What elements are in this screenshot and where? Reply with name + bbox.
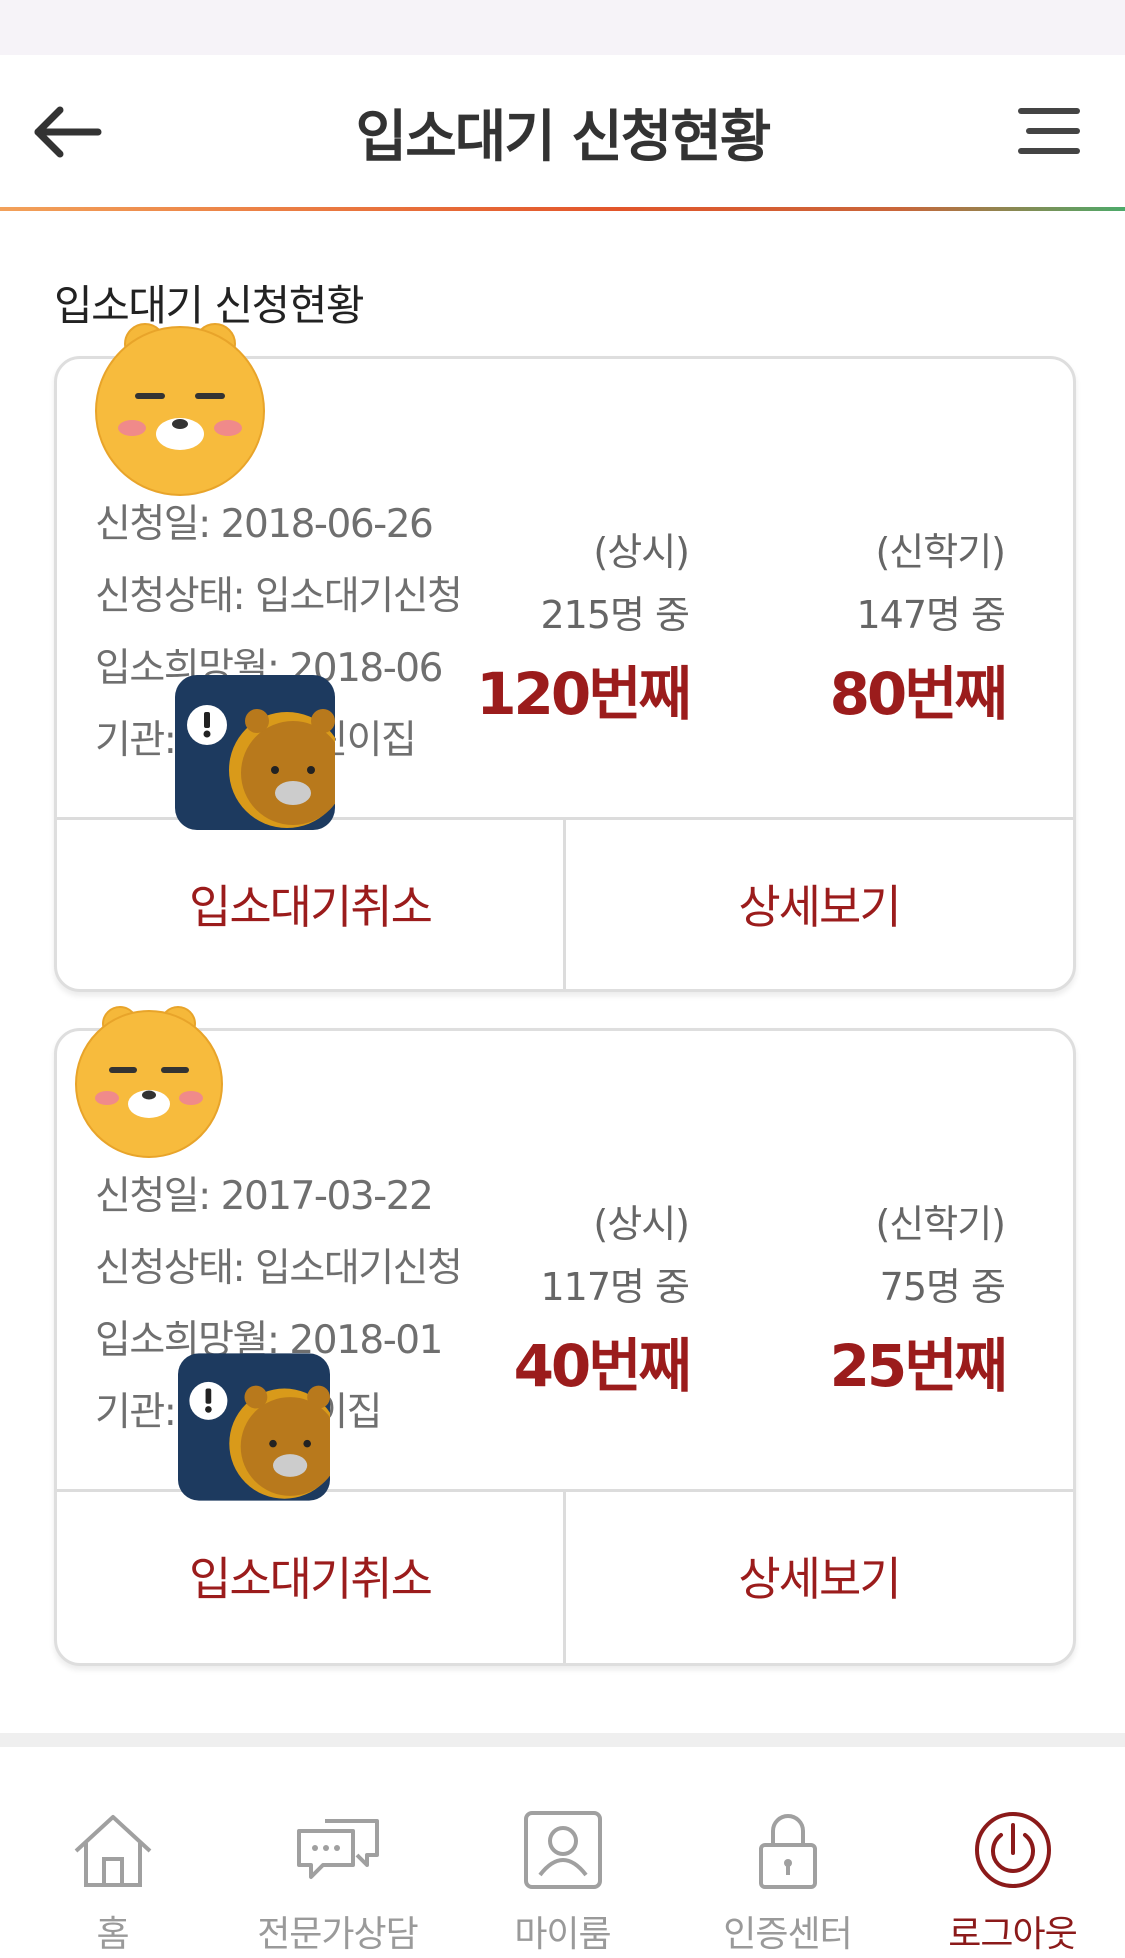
cancel-waiting-button[interactable]: 입소대기취소 [57, 819, 563, 989]
home-icon [74, 1815, 152, 1887]
bear-alert-icon [175, 675, 335, 830]
menu-button[interactable] [1018, 104, 1084, 156]
hamburger-line [1018, 148, 1080, 154]
nav-home[interactable]: 홈 [0, 1747, 225, 1958]
semester-type: (신학기) [875, 1202, 1006, 1246]
regular-rank: 120번째 [476, 660, 692, 728]
regular-rank-block: (상시) 117명 중 40번째 [429, 1193, 692, 1403]
detail-button[interactable]: 상세보기 [566, 819, 1072, 989]
nav-logout[interactable]: 로그아웃 [900, 1747, 1125, 1958]
semester-rank-block: (신학기) 147명 중 80번째 [745, 521, 1008, 731]
user-icon [524, 1811, 602, 1889]
application-status: 신청상태: 입소대기신청 [95, 574, 463, 619]
application-status: 신청상태: 입소대기신청 [95, 1246, 463, 1291]
bottom-nav: 홈 전문가상담 마이룸 인증센터 로그아웃 [0, 1747, 1125, 1958]
lock-icon [759, 1814, 817, 1889]
semester-rank: 25번째 [829, 1332, 1008, 1400]
semester-total: 75명 중 [879, 1265, 1006, 1309]
chat-icon [297, 1819, 379, 1879]
regular-total: 215명 중 [540, 593, 690, 637]
semester-rank: 80번째 [829, 660, 1008, 728]
page-title: 입소대기 신청현황 [355, 105, 772, 170]
lion-face-icon [95, 323, 265, 496]
hamburger-icon [1018, 108, 1080, 114]
nav-auth-center[interactable]: 인증센터 [675, 1747, 900, 1958]
nav-expert-consult[interactable]: 전문가상담 [225, 1747, 450, 1958]
bottom-separator [0, 1733, 1125, 1747]
nav-label: 로그아웃 [948, 1914, 1077, 1955]
hamburger-line [1026, 128, 1080, 134]
status-bar [0, 0, 1125, 55]
nav-label: 홈 [96, 1914, 129, 1955]
detail-button[interactable]: 상세보기 [566, 1491, 1072, 1661]
semester-rank-block: (신학기) 75명 중 25번째 [745, 1193, 1008, 1403]
header-accent-line [0, 207, 1125, 211]
regular-type: (상시) [593, 1202, 690, 1246]
institution-label: 기관: [95, 1390, 187, 1435]
semester-type: (신학기) [875, 530, 1006, 574]
bear-alert-icon [178, 1353, 330, 1501]
cancel-waiting-button[interactable]: 입소대기취소 [57, 1491, 563, 1661]
nav-label: 전문가상담 [257, 1914, 419, 1955]
regular-rank: 40번째 [513, 1332, 692, 1400]
regular-rank-block: (상시) 215명 중 120번째 [429, 521, 692, 731]
nav-my-room[interactable]: 마이룸 [450, 1747, 675, 1958]
regular-type: (상시) [593, 530, 690, 574]
semester-total: 147명 중 [856, 593, 1006, 637]
apply-date: 신청일: 2018-06-26 [95, 502, 434, 547]
nav-label: 마이룸 [514, 1914, 611, 1955]
apply-date: 신청일: 2017-03-22 [95, 1174, 434, 1219]
nav-label: 인증센터 [723, 1914, 852, 1955]
regular-total: 117명 중 [540, 1265, 690, 1309]
institution-label: 기관: [95, 718, 187, 763]
power-icon [975, 1812, 1051, 1888]
lion-face-icon [75, 1006, 223, 1158]
